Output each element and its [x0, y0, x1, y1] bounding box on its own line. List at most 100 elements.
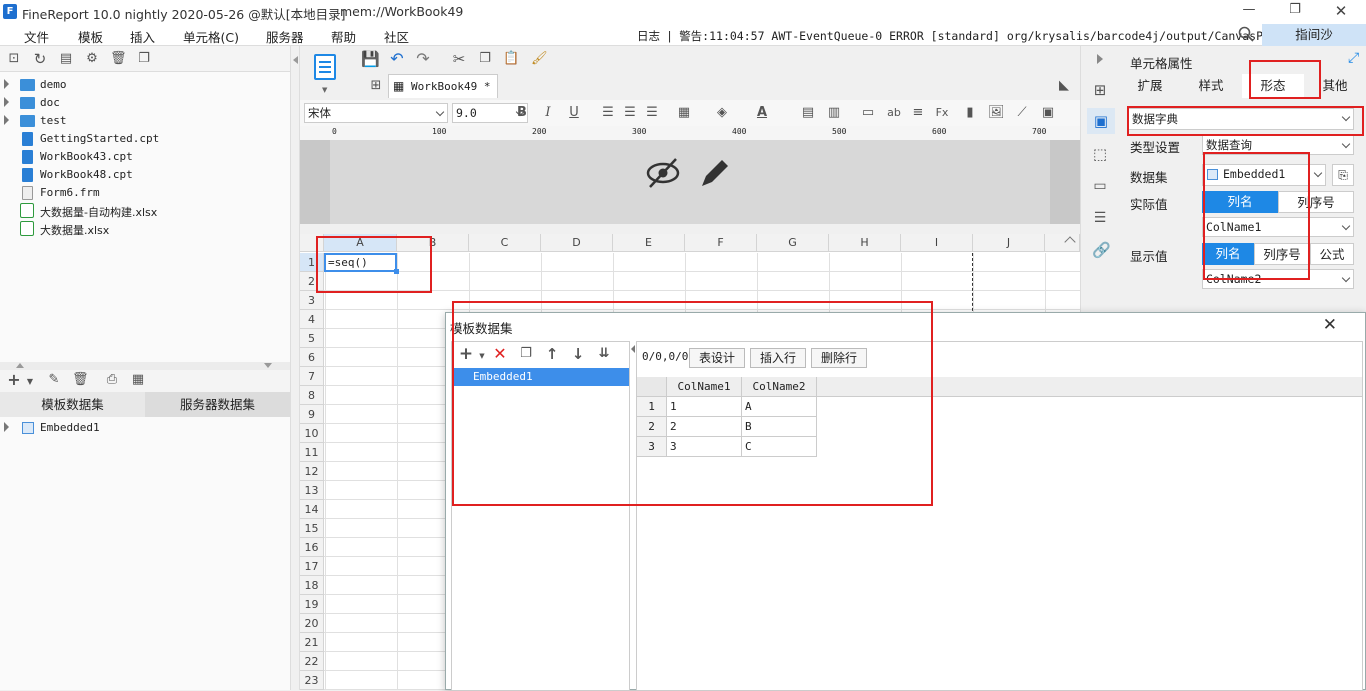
collapse-left-icon[interactable]	[293, 56, 298, 64]
display-column-select[interactable]: ColName2	[1202, 269, 1354, 289]
image-icon[interactable]: 🖼	[988, 105, 1005, 121]
menu-template[interactable]: 模板	[78, 27, 103, 46]
float-element-icon[interactable]: ⬚	[1092, 146, 1108, 162]
tree-item-workbook48[interactable]: WorkBook48.cpt	[0, 166, 290, 184]
col-header-g[interactable]: G	[757, 234, 829, 252]
settings-icon[interactable]: ⚙	[84, 51, 100, 67]
dropdown-arrow-icon[interactable]: ▼	[474, 348, 490, 364]
col-header-a[interactable]: A	[324, 234, 397, 252]
border-icon[interactable]: ▦	[676, 105, 692, 121]
move-up-icon[interactable]: ↑	[544, 346, 560, 362]
user-button[interactable]: 指间沙	[1262, 24, 1366, 46]
new-folder-icon[interactable]: ⊡	[6, 51, 22, 67]
form-type-select[interactable]: 数据字典	[1128, 108, 1354, 130]
row-header[interactable]: 12	[300, 462, 324, 481]
dataset-item-embedded1[interactable]: Embedded1	[0, 419, 290, 437]
unmerge-icon[interactable]: ▥	[826, 105, 842, 121]
col-header-i[interactable]: I	[901, 234, 973, 252]
hyperlink-icon[interactable]: 🔗	[1092, 242, 1111, 258]
row-header[interactable]: 5	[300, 329, 324, 348]
edit-icon[interactable]: ✎	[46, 372, 62, 388]
table-design-button[interactable]: 表设计	[689, 348, 745, 368]
table-header-colname1[interactable]: ColName1	[667, 377, 742, 397]
close-window-icon[interactable]: ✕	[1318, 2, 1364, 22]
parameter-canvas[interactable]	[330, 140, 1050, 224]
expand-arrow-icon[interactable]	[4, 79, 9, 89]
grid-toggle-icon[interactable]: ⊞	[368, 78, 384, 94]
col-header-d[interactable]: D	[541, 234, 613, 252]
template-dropdown-icon[interactable]: ▼	[322, 86, 327, 94]
actual-seg-colindex[interactable]: 列序号	[1278, 191, 1354, 213]
tab-other[interactable]: 其他	[1304, 74, 1366, 98]
copy-dataset-icon[interactable]: ❐	[518, 346, 534, 362]
col-header-e[interactable]: E	[613, 234, 685, 252]
dataset-settings-icon[interactable]: ▦	[130, 372, 146, 388]
display-seg-formula[interactable]: 公式	[1310, 243, 1354, 265]
formula-icon[interactable]: Fx	[934, 105, 950, 121]
col-header-f[interactable]: F	[685, 234, 757, 252]
cell-a1[interactable]: =seq()	[324, 253, 397, 272]
row-header[interactable]: 20	[300, 614, 324, 633]
log-warning[interactable]: 警告:11:04:57 AWT-EventQueue-0 ERROR [stan…	[679, 29, 1311, 43]
row-header[interactable]: 7	[300, 367, 324, 386]
row-header[interactable]: 18	[300, 576, 324, 595]
insert-row-button[interactable]: 插入行	[750, 348, 806, 368]
row-header[interactable]: 3	[300, 291, 324, 310]
slash-icon[interactable]: ⟋	[1014, 105, 1030, 121]
table-cell[interactable]: B	[742, 417, 817, 437]
col-header-h[interactable]: H	[829, 234, 901, 252]
template-icon[interactable]	[314, 54, 336, 80]
col-header-c[interactable]: C	[469, 234, 541, 252]
pin-icon[interactable]: ⤢	[1348, 50, 1359, 66]
search-icon[interactable]	[1238, 26, 1254, 42]
text-icon[interactable]: ab	[886, 105, 902, 121]
move-bottom-icon[interactable]: ⇊	[596, 346, 612, 362]
row-header[interactable]: 2	[300, 272, 324, 291]
close-icon[interactable]: ✕	[1323, 315, 1337, 335]
delete-icon[interactable]: 🗑	[110, 51, 127, 67]
row-header[interactable]: 16	[300, 538, 324, 557]
merge-icon[interactable]: ▤	[800, 105, 816, 121]
expand-arrow-icon[interactable]	[4, 97, 9, 107]
display-seg-colindex[interactable]: 列序号	[1254, 243, 1310, 265]
row-header[interactable]: 13	[300, 481, 324, 500]
collapse-right-icon[interactable]	[1097, 54, 1103, 64]
tree-item-demo[interactable]: demo	[0, 76, 290, 94]
row-header[interactable]: 1	[300, 253, 324, 272]
save-icon[interactable]: 💾	[361, 51, 380, 67]
format-brush-icon[interactable]: 🖌	[531, 51, 548, 67]
cell-attr-icon[interactable]: ▣	[1087, 108, 1115, 134]
tree-item-bigdata-auto[interactable]: 大数据量-自动构建.xlsx	[0, 202, 290, 220]
richtext-icon[interactable]: ≡	[910, 105, 926, 121]
dataset-select[interactable]: Embedded1	[1202, 164, 1326, 186]
widget-icon[interactable]: ▭	[1092, 178, 1108, 194]
copy-icon[interactable]: ❐	[136, 51, 152, 67]
menu-cell[interactable]: 单元格(C)	[183, 27, 239, 46]
font-color-icon[interactable]: A	[754, 105, 770, 121]
dialog-dataset-item[interactable]: Embedded1	[453, 368, 629, 386]
menu-community[interactable]: 社区	[384, 27, 409, 46]
table-header-colname2[interactable]: ColName2	[742, 377, 817, 397]
row-header[interactable]: 9	[300, 405, 324, 424]
menu-help[interactable]: 帮助	[331, 27, 356, 46]
tree-item-workbook43[interactable]: WorkBook43.cpt	[0, 148, 290, 166]
align-center-icon[interactable]: ☰	[622, 105, 638, 121]
collapse-up-icon[interactable]	[16, 363, 24, 368]
add-icon[interactable]: +	[458, 346, 474, 363]
row-header[interactable]: 19	[300, 595, 324, 614]
cut-icon[interactable]: ✂	[451, 51, 467, 67]
row-header[interactable]: 23	[300, 671, 324, 690]
add-dataset-icon[interactable]: +	[6, 372, 22, 388]
tab-style[interactable]: 样式	[1180, 74, 1242, 98]
menu-file[interactable]: 文件	[24, 27, 49, 46]
edit-parameter-icon[interactable]	[698, 156, 730, 193]
log-bar[interactable]: 日志 | 警告:11:04:57 AWT-EventQueue-0 ERROR …	[637, 28, 1311, 44]
condition-icon[interactable]: ☰	[1092, 210, 1108, 226]
grid-corner[interactable]	[300, 234, 324, 252]
cell-element-icon[interactable]: ⊞	[1092, 82, 1108, 98]
panel-splitter[interactable]	[0, 362, 290, 370]
row-header[interactable]: 21	[300, 633, 324, 652]
dataset-preview-icon[interactable]: ⎘	[1332, 164, 1354, 186]
tab-workbook49[interactable]: ▦ WorkBook49 *	[388, 74, 498, 98]
undo-icon[interactable]: ↶	[389, 51, 405, 67]
